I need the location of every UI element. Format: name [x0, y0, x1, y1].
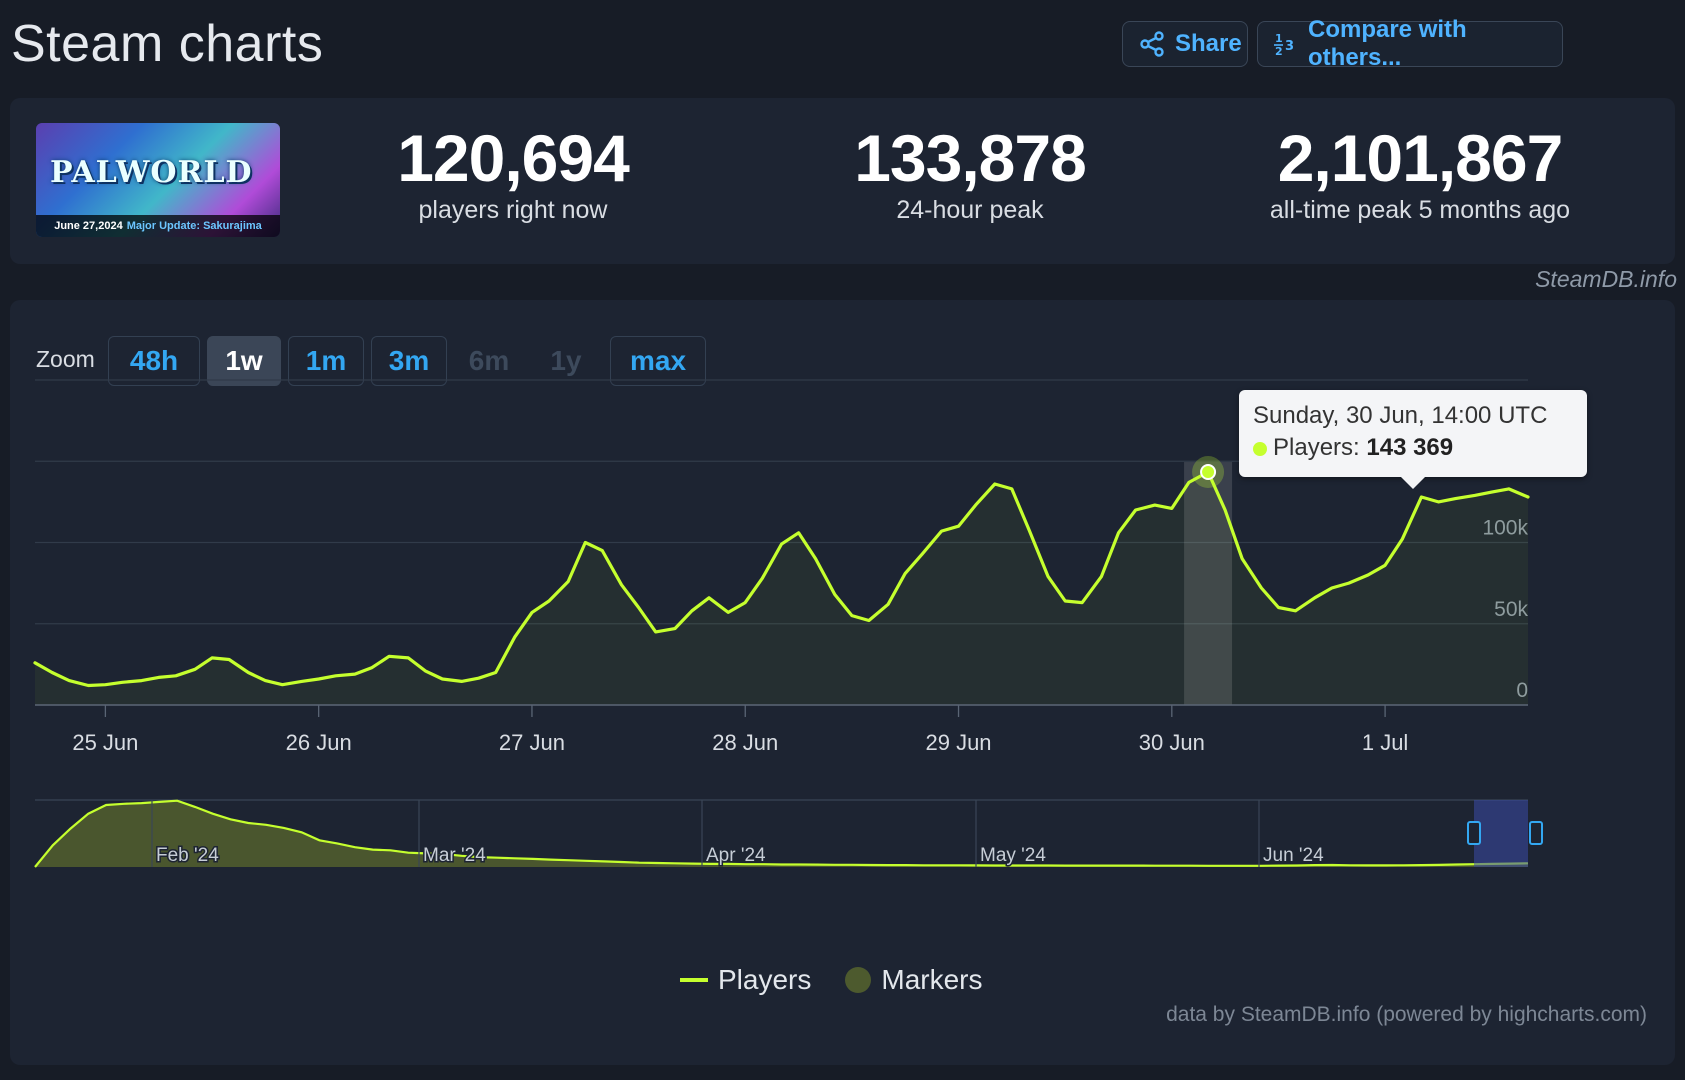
chart-legend: Players Markers — [680, 960, 983, 1000]
stat-24h-peak: 133,878 24-hour peak — [800, 122, 1140, 225]
stat-label: all-time peak 5 months ago — [1269, 196, 1571, 224]
stat-value: 2,101,867 — [1277, 121, 1564, 195]
x-tick-label: 26 Jun — [286, 730, 352, 755]
page-title: Steam charts — [11, 15, 324, 73]
navigator-label: Apr '24 — [706, 845, 766, 866]
tooltip-value: 143 369 — [1366, 434, 1454, 461]
x-tick-label: 1 Jul — [1362, 730, 1408, 755]
x-tick-label: 28 Jun — [712, 730, 778, 755]
stat-label: 24-hour peak — [896, 196, 1044, 224]
chart-tooltip: Sunday, 30 Jun, 14:00 UTC Players: 143 3… — [1239, 390, 1587, 489]
tooltip-arrow-icon — [1401, 477, 1425, 489]
tooltip-date: Sunday, 30 Jun, 14:00 UTC — [1253, 402, 1548, 429]
navigator-label: May '24 — [980, 845, 1046, 866]
stat-current-players: 120,694 players right now — [345, 122, 681, 225]
chart-credits[interactable]: data by SteamDB.info (powered by highcha… — [1166, 1003, 1647, 1027]
navigator-label: Mar '24 — [423, 845, 486, 866]
legend-item-markers[interactable]: Markers — [845, 964, 983, 996]
legend-label: Markers — [881, 964, 983, 995]
compare-button[interactable]: 1 2 3 Compare with others... — [1257, 16, 1563, 71]
navigator-label: Feb '24 — [156, 845, 219, 866]
game-banner[interactable]: PALWORLD June 27,2024 Major Update: Saku… — [36, 123, 280, 237]
stat-value: 120,694 — [397, 121, 630, 195]
stat-value: 133,878 — [854, 121, 1087, 195]
dot-swatch-icon — [845, 967, 872, 993]
navigator-label: Jun '24 — [1263, 845, 1324, 866]
series-area — [35, 472, 1528, 705]
x-tick-label: 27 Jun — [499, 730, 565, 755]
navigator-selection — [1474, 800, 1528, 867]
chart-panel: Zoom 48h 1w 1m 3m 6m 1y max 050k100k150k… — [10, 300, 1675, 1065]
navigator-handle[interactable] — [1467, 821, 1481, 845]
tooltip-series-label: Players: — [1273, 434, 1360, 461]
share-label: Share — [1175, 30, 1242, 57]
summary-panel: PALWORLD June 27,2024 Major Update: Saku… — [10, 98, 1675, 264]
line-swatch-icon — [680, 978, 708, 982]
share-button[interactable]: Share — [1122, 21, 1248, 67]
svg-text:2: 2 — [1275, 45, 1283, 58]
compare-label: Compare with others... — [1308, 16, 1467, 71]
caption-update: Major Update: Sakurajima — [126, 220, 262, 232]
legend-label: Players — [718, 964, 812, 995]
game-logo: PALWORLD — [50, 155, 253, 190]
legend-item-players[interactable]: Players — [680, 964, 811, 996]
compare-icon: 1 2 3 — [1274, 32, 1294, 58]
series-dot-icon — [1253, 441, 1267, 456]
x-tick-label: 29 Jun — [925, 730, 991, 755]
game-caption: June 27,2024 Major Update: Sakurajima — [36, 215, 280, 237]
navigator-handle[interactable] — [1529, 821, 1543, 845]
svg-text:3: 3 — [1285, 39, 1294, 54]
x-tick-label: 25 Jun — [72, 730, 138, 755]
top-bar: Steam charts Share 1 2 3 Compare with ot… — [0, 0, 1685, 90]
peak-point — [1200, 464, 1217, 481]
share-icon — [1140, 31, 1164, 57]
stat-all-time-peak: 2,101,867 all-time peak 5 months ago — [1240, 122, 1600, 225]
tooltip-value-row: Players: 143 369 — [1253, 434, 1573, 462]
svg-text:1: 1 — [1275, 32, 1283, 45]
stat-label: players right now — [418, 196, 608, 224]
caption-date: June 27,2024 — [54, 220, 123, 232]
x-tick-label: 30 Jun — [1139, 730, 1205, 755]
source-note[interactable]: SteamDB.info — [1535, 266, 1677, 293]
